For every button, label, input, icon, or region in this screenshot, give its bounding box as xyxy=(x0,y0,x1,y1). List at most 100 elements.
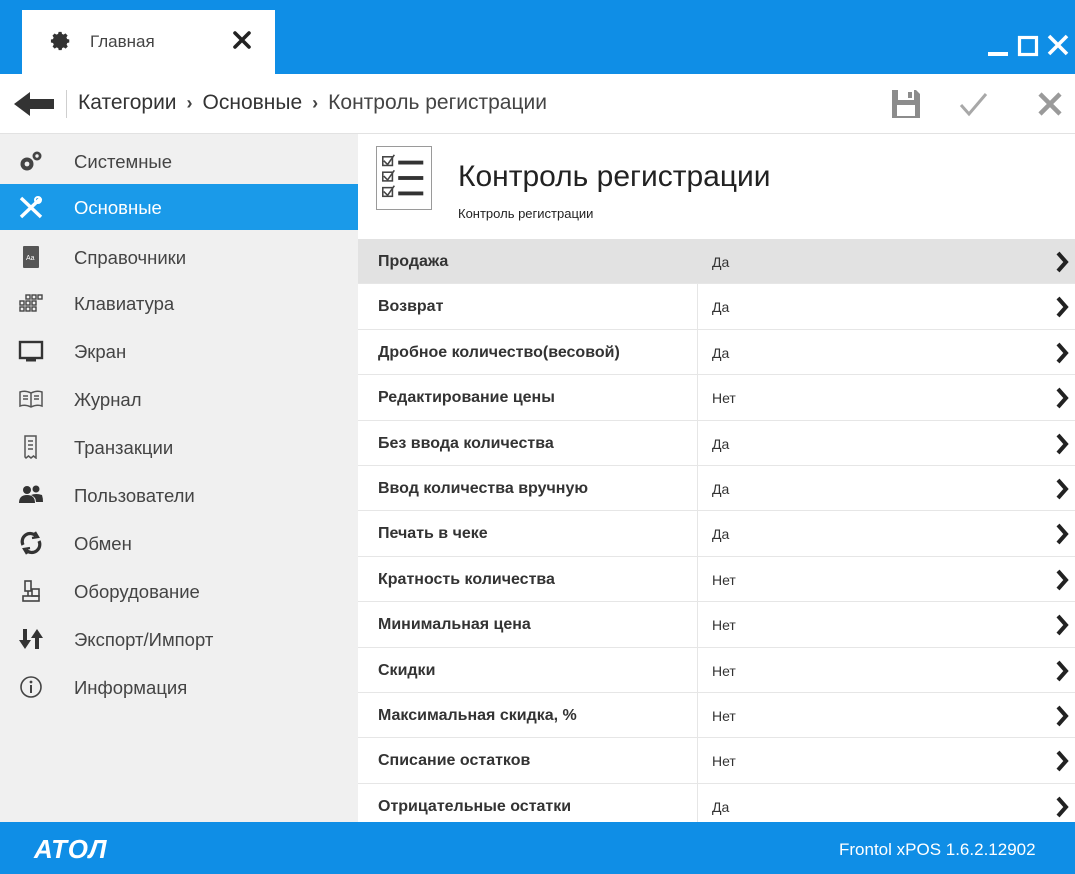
setting-row-sale[interactable]: Продажа Да xyxy=(358,239,1075,285)
maximize-icon[interactable] xyxy=(1017,33,1039,57)
sidebar-item-label: Обмен xyxy=(74,533,132,554)
setting-value: Да xyxy=(712,254,730,270)
receipt-icon xyxy=(18,435,44,459)
setting-label: Кратность количества xyxy=(378,570,555,588)
setting-row-min-price[interactable]: Минимальная цена Нет xyxy=(358,602,1075,648)
setting-label: Дробное количество(весовой) xyxy=(378,343,620,361)
setting-value: Да xyxy=(712,344,730,361)
column-divider xyxy=(697,511,698,556)
minimize-icon[interactable] xyxy=(987,33,1009,57)
page-title: Контроль регистрации xyxy=(458,160,771,193)
atol-logo: АТОЛ xyxy=(34,834,108,864)
breadcrumb-bar: Категории › Основные › Контроль регистрации xyxy=(0,74,1075,134)
sidebar-item-label: Журнал xyxy=(74,389,142,410)
column-divider xyxy=(697,420,698,465)
main-panel: Контроль регистрации Контроль регистраци… xyxy=(358,134,1075,830)
setting-row-quantity-multiple[interactable]: Кратность количества Нет xyxy=(358,556,1075,603)
sidebar-item-label: Транзакции xyxy=(74,437,174,458)
column-divider xyxy=(697,602,698,647)
sidebar-item-screen[interactable]: Экран xyxy=(0,328,358,374)
apply-check-icon[interactable] xyxy=(957,88,989,120)
sidebar-item-export-import[interactable]: Экспорт/Импорт xyxy=(0,616,358,662)
setting-label: Редактирование цены xyxy=(378,389,555,407)
column-divider xyxy=(697,738,698,783)
sidebar-item-transactions[interactable]: Транзакции xyxy=(0,424,358,470)
setting-row-stock-writeoff[interactable]: Списание остатков Нет xyxy=(358,738,1075,784)
page-subtitle: Контроль регистрации xyxy=(458,206,594,221)
book-icon: Aa xyxy=(18,245,44,269)
setting-row-max-discount[interactable]: Максимальная скидка, % Нет xyxy=(358,692,1075,739)
setting-label: Продажа xyxy=(378,253,449,270)
setting-row-price-edit[interactable]: Редактирование цены Нет xyxy=(358,375,1075,421)
chevron-right-icon xyxy=(1056,705,1069,727)
setting-row-manual-quantity[interactable]: Ввод количества вручную Да xyxy=(358,465,1075,512)
setting-label: Печать в чеке xyxy=(378,525,488,543)
chevron-right-icon xyxy=(1056,251,1069,273)
sidebar-item-keyboard[interactable]: Клавиатура xyxy=(0,280,358,326)
sidebar-item-system[interactable]: Системные xyxy=(0,138,358,184)
setting-value: Нет xyxy=(712,617,736,634)
settings-gears-icon xyxy=(18,149,44,173)
chevron-right-icon xyxy=(1056,569,1069,591)
sidebar-item-info[interactable]: Информация xyxy=(0,664,358,710)
chevron-right-icon xyxy=(1056,524,1069,545)
tab-main[interactable]: Главная xyxy=(22,10,275,74)
tab-close-icon[interactable] xyxy=(230,28,254,52)
sidebar-item-label: Экспорт/Импорт xyxy=(74,629,214,650)
sync-icon xyxy=(18,531,44,555)
column-divider xyxy=(697,692,698,738)
users-icon xyxy=(18,483,44,507)
chevron-right-icon xyxy=(1056,660,1069,681)
divider xyxy=(66,90,67,118)
setting-value: Нет xyxy=(712,390,736,407)
cancel-icon[interactable] xyxy=(1034,88,1066,120)
chevron-right-icon xyxy=(1056,478,1069,500)
column-divider xyxy=(697,556,698,602)
sidebar-item-directories[interactable]: Aa Справочники xyxy=(0,234,358,280)
column-divider xyxy=(697,329,698,375)
setting-value: Да xyxy=(712,798,730,815)
sidebar-item-label: Оборудование xyxy=(74,581,200,602)
sidebar-item-label: Справочники xyxy=(74,247,187,268)
setting-row-return[interactable]: Возврат Да xyxy=(358,284,1075,330)
setting-label: Ввод количества вручную xyxy=(378,479,589,497)
sidebar-item-journal[interactable]: Журнал xyxy=(0,376,358,422)
chevron-right-icon xyxy=(1056,433,1069,454)
breadcrumb-item-categories[interactable]: Категории xyxy=(78,91,177,114)
setting-row-no-quantity-input[interactable]: Без ввода количества Да xyxy=(358,420,1075,466)
sidebar-item-equipment[interactable]: Оборудование xyxy=(0,568,358,614)
setting-row-fractional-quantity[interactable]: Дробное количество(весовой) Да xyxy=(358,329,1075,376)
title-bar: Главная xyxy=(0,0,1075,74)
version-label: Frontol xPOS 1.6.2.12902 xyxy=(839,840,1036,859)
setting-label: Скидки xyxy=(378,661,436,679)
breadcrumb-item-current: Контроль регистрации xyxy=(328,91,547,114)
window-controls xyxy=(987,30,1069,60)
sidebar-item-label: Экран xyxy=(74,341,127,362)
breadcrumb-separator: › xyxy=(186,93,193,113)
setting-value: Нет xyxy=(712,571,736,588)
back-arrow-icon[interactable] xyxy=(12,90,56,118)
chevron-right-icon xyxy=(1056,387,1069,409)
setting-label: Списание остатков xyxy=(378,752,531,770)
setting-value: Да xyxy=(712,299,730,316)
column-divider xyxy=(697,647,698,692)
sidebar-item-exchange[interactable]: Обмен xyxy=(0,520,358,566)
equipment-icon xyxy=(18,579,44,603)
sidebar-item-label: Системные xyxy=(74,151,173,172)
settings-list: Продажа Да Возврат Да Дробное количество… xyxy=(358,239,1075,830)
setting-row-discounts[interactable]: Скидки Нет xyxy=(358,647,1075,693)
save-icon[interactable] xyxy=(890,88,922,120)
setting-value: Нет xyxy=(712,662,736,679)
breadcrumb-item-main[interactable]: Основные xyxy=(203,91,303,114)
setting-label: Возврат xyxy=(378,298,444,316)
sidebar-item-label: Основные xyxy=(74,197,162,218)
setting-value: Да xyxy=(712,526,730,543)
close-window-icon[interactable] xyxy=(1047,33,1069,57)
setting-row-print-receipt[interactable]: Печать в чеке Да xyxy=(358,511,1075,557)
sidebar-item-users[interactable]: Пользователи xyxy=(0,472,358,518)
keyboard-icon xyxy=(18,291,44,315)
chevron-right-icon xyxy=(1056,796,1069,818)
column-divider xyxy=(697,284,698,329)
sidebar-item-main[interactable]: Основные xyxy=(0,184,358,230)
chevron-right-icon xyxy=(1056,750,1069,772)
